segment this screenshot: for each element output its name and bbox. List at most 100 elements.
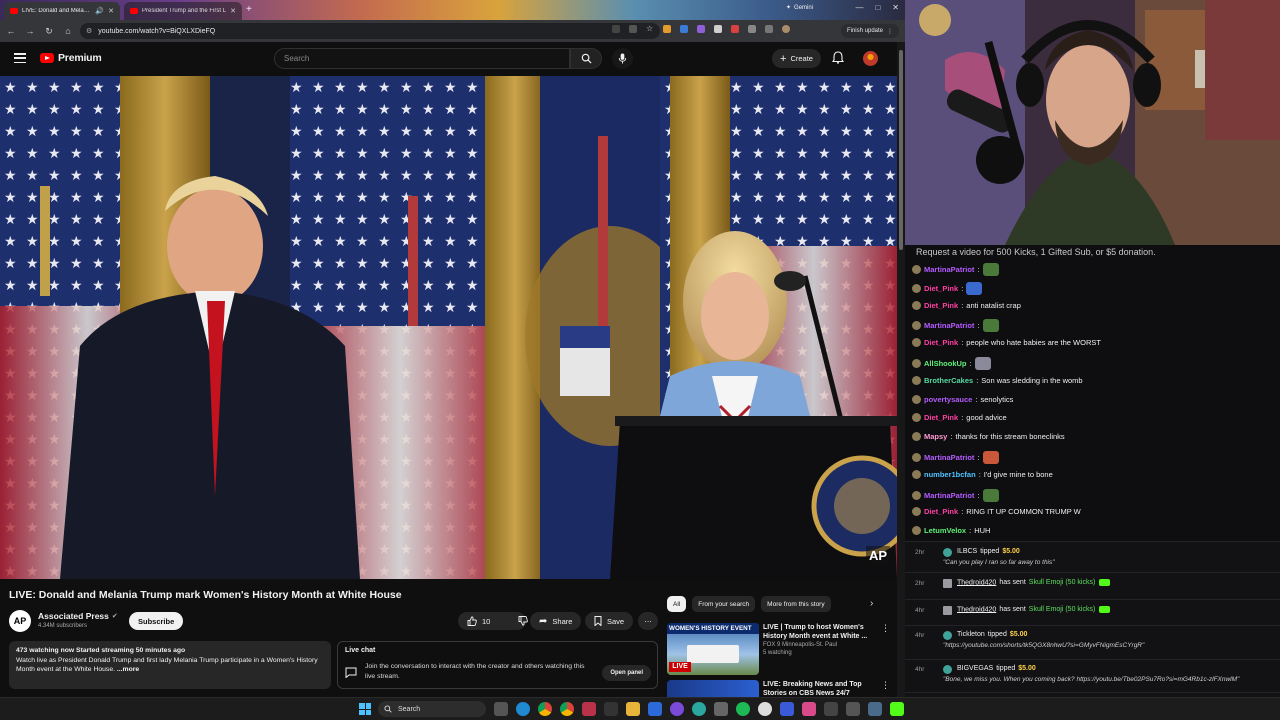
app-teal-icon[interactable] (692, 702, 706, 716)
search-input[interactable]: Search (274, 48, 570, 69)
cast-icon[interactable] (629, 25, 637, 33)
show-more-link[interactable]: ...more (117, 666, 139, 673)
address-bar[interactable]: ⚙ youtube.com/watch?v=BiQXLXDieFQ (80, 23, 660, 39)
profile-avatar-icon[interactable] (782, 25, 790, 33)
youtube-favicon-icon (10, 8, 18, 14)
kick-app-icon[interactable] (890, 702, 904, 716)
home-icon[interactable]: ⌂ (63, 26, 73, 36)
channel-avatar[interactable]: AP (9, 610, 31, 632)
chip-more-from-this-story[interactable]: More from this story (761, 596, 831, 612)
app-slate-icon[interactable] (846, 702, 860, 716)
extension-blue-icon[interactable] (680, 25, 688, 33)
page-scrollbar[interactable] (897, 42, 905, 697)
windows-start-icon[interactable] (359, 703, 371, 715)
chat-username[interactable]: BrotherCakes (924, 376, 973, 385)
voice-search-button[interactable] (612, 48, 633, 69)
recommendation-item[interactable]: WOMEN'S HISTORY EVENT LIVE LIVE | Trump … (667, 623, 897, 677)
app-navy-icon[interactable] (780, 702, 794, 716)
bookmark-star-icon[interactable]: ☆ (646, 25, 654, 33)
event-username[interactable]: ILBCS (957, 548, 977, 555)
chevron-right-icon[interactable]: › (870, 598, 873, 609)
event-username[interactable]: Tickleton (957, 631, 985, 638)
chip-from-your-search[interactable]: From your search (692, 596, 756, 612)
chrome-profile-icon[interactable] (560, 702, 574, 716)
app-red-icon[interactable] (582, 702, 596, 716)
chat-username[interactable]: Diet_Pink (924, 301, 958, 310)
minimize-icon[interactable]: — (855, 3, 863, 12)
chat-username[interactable]: Diet_Pink (924, 413, 958, 422)
maximize-icon[interactable]: □ (875, 3, 880, 12)
event-username[interactable]: Thedroid420 (957, 579, 996, 586)
extension-shield-icon[interactable] (714, 25, 722, 33)
recommendation-item[interactable]: LIVE: Breaking News and Top Stories on C… (667, 680, 897, 697)
notifications-bell-icon[interactable] (832, 51, 844, 64)
tab-president-trump[interactable]: President Trump and the First L ✕ (124, 2, 242, 20)
chat-username[interactable]: MartinaPatriot (924, 321, 974, 330)
event-username[interactable]: BIGVEGAS (957, 665, 993, 672)
channel-name[interactable]: Associated Press ✔ (38, 611, 118, 621)
chat-username[interactable]: MartinaPatriot (924, 453, 974, 462)
close-tab-icon[interactable]: ✕ (230, 7, 236, 15)
more-vertical-icon[interactable]: ⋮ (881, 623, 890, 634)
back-icon[interactable]: ← (6, 26, 16, 36)
chat-message: number1bcfan: I'd give mine to bone (912, 469, 1053, 479)
open-panel-button[interactable]: Open panel (602, 665, 651, 681)
chip-all[interactable]: All (667, 596, 687, 612)
gemini-button[interactable]: ✦ Gemini (786, 4, 813, 12)
app-blue-icon[interactable] (648, 702, 662, 716)
app-dark-icon[interactable] (824, 702, 838, 716)
forward-icon[interactable]: → (25, 26, 35, 36)
like-button[interactable]: 10 (458, 612, 499, 630)
chat-username[interactable]: MartinaPatriot (924, 491, 974, 500)
extensions-puzzle-icon[interactable] (748, 25, 756, 33)
app-pink-icon[interactable] (802, 702, 816, 716)
share-button[interactable]: ➦ Share (530, 612, 582, 630)
file-explorer-icon[interactable] (626, 702, 640, 716)
tab-youtube-live[interactable]: LIVE: Donald and Melania T 🔊 ✕ (4, 2, 120, 20)
chat-username[interactable]: povertysauce (924, 395, 972, 404)
account-avatar[interactable] (863, 51, 878, 66)
chat-username[interactable]: LetumVelox (924, 526, 966, 535)
edge-icon[interactable] (516, 702, 530, 716)
save-button[interactable]: Save (585, 612, 634, 630)
extension-red-icon[interactable] (731, 25, 739, 33)
zoom-icon[interactable] (612, 25, 620, 33)
site-info-icon[interactable]: ⚙ (86, 27, 92, 35)
chat-username[interactable]: MartinaPatriot (924, 265, 974, 274)
app-steel-icon[interactable] (868, 702, 882, 716)
reload-icon[interactable]: ↻ (44, 26, 54, 37)
terminal-icon[interactable] (604, 702, 618, 716)
close-tab-icon[interactable]: ✕ (108, 7, 114, 15)
task-view-icon[interactable] (494, 702, 508, 716)
app-white-icon[interactable] (758, 702, 772, 716)
chat-username[interactable]: Diet_Pink (924, 284, 958, 293)
youtube-premium-logo[interactable]: Premium (40, 52, 102, 64)
more-actions-button[interactable]: ⋯ (638, 612, 658, 630)
event-username[interactable]: Thedroid420 (957, 606, 996, 613)
menu-icon[interactable] (14, 53, 26, 63)
side-panel-icon[interactable] (765, 25, 773, 33)
scrollbar-thumb[interactable] (899, 50, 903, 250)
search-button[interactable] (570, 48, 602, 69)
spotify-icon[interactable] (736, 702, 750, 716)
chat-username[interactable]: number1bcfan (924, 470, 976, 479)
app-gray-icon[interactable] (714, 702, 728, 716)
chat-username[interactable]: AllShookUp (924, 359, 967, 368)
close-window-icon[interactable]: ✕ (892, 3, 899, 12)
subscribe-button[interactable]: Subscribe (129, 612, 184, 630)
chat-username[interactable]: Mapsy (924, 432, 947, 441)
create-button[interactable]: + Create (772, 49, 821, 68)
finish-update-button[interactable]: Finish update ⋮ (840, 24, 899, 38)
chrome-icon[interactable] (538, 702, 552, 716)
description-box[interactable]: 473 watching now Started streaming 50 mi… (9, 641, 331, 689)
extension-purple-icon[interactable] (697, 25, 705, 33)
extension-orange-icon[interactable] (663, 25, 671, 33)
app-purple-icon[interactable] (670, 702, 684, 716)
taskbar-search[interactable]: Search (378, 701, 486, 717)
new-tab-icon[interactable]: + (246, 4, 252, 15)
video-player[interactable]: ★ (0, 76, 897, 579)
more-vertical-icon[interactable]: ⋮ (881, 680, 890, 691)
recommendation-meta: 5 watching (763, 650, 792, 656)
chat-username[interactable]: Diet_Pink (924, 507, 958, 516)
chat-username[interactable]: Diet_Pink (924, 338, 958, 347)
